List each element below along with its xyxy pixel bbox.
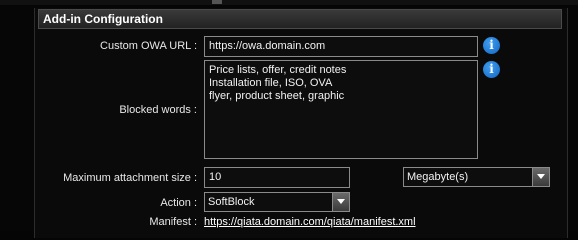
blocked-words-text: Price lists, offer, credit notes Install… [209, 64, 346, 103]
section-header: Add-in Configuration [38, 9, 562, 29]
action-label: Action : [160, 197, 197, 209]
section-title: Add-in Configuration [43, 12, 163, 26]
action-select[interactable]: SoftBlock [204, 192, 350, 212]
max-attachment-value: 10 [209, 171, 222, 183]
info-icon[interactable]: i [483, 61, 500, 78]
attachment-unit-select[interactable]: Megabyte(s) [403, 167, 550, 187]
blocked-words-label: Blocked words : [119, 104, 197, 116]
page: Add-in Configuration Custom OWA URL : ht… [0, 0, 578, 238]
action-value: SoftBlock [208, 196, 255, 208]
manifest-link[interactable]: https://qiata.domain.com/qiata/manifest.… [204, 216, 416, 228]
scroll-marker [212, 0, 222, 4]
chevron-down-icon[interactable] [532, 168, 549, 186]
attachment-unit-value: Megabyte(s) [407, 171, 469, 183]
info-icon[interactable]: i [483, 37, 500, 54]
owa-url-value: https://owa.domain.com [209, 40, 326, 52]
blocked-words-line: Price lists, offer, credit notes [209, 64, 347, 76]
top-strip [0, 0, 578, 5]
max-attachment-input[interactable]: 10 [204, 167, 350, 188]
chevron-down-icon[interactable] [332, 193, 349, 211]
blocked-words-line: Installation file, ISO, OVA [209, 77, 333, 89]
manifest-label: Manifest : [149, 216, 197, 228]
max-attachment-label: Maximum attachment size : [63, 172, 197, 184]
blocked-words-textarea[interactable]: Price lists, offer, credit notes Install… [204, 60, 478, 159]
blocked-words-line: flyer, product sheet, graphic [209, 90, 345, 102]
owa-url-input[interactable]: https://owa.domain.com [204, 36, 478, 57]
owa-url-label: Custom OWA URL : [100, 40, 197, 52]
